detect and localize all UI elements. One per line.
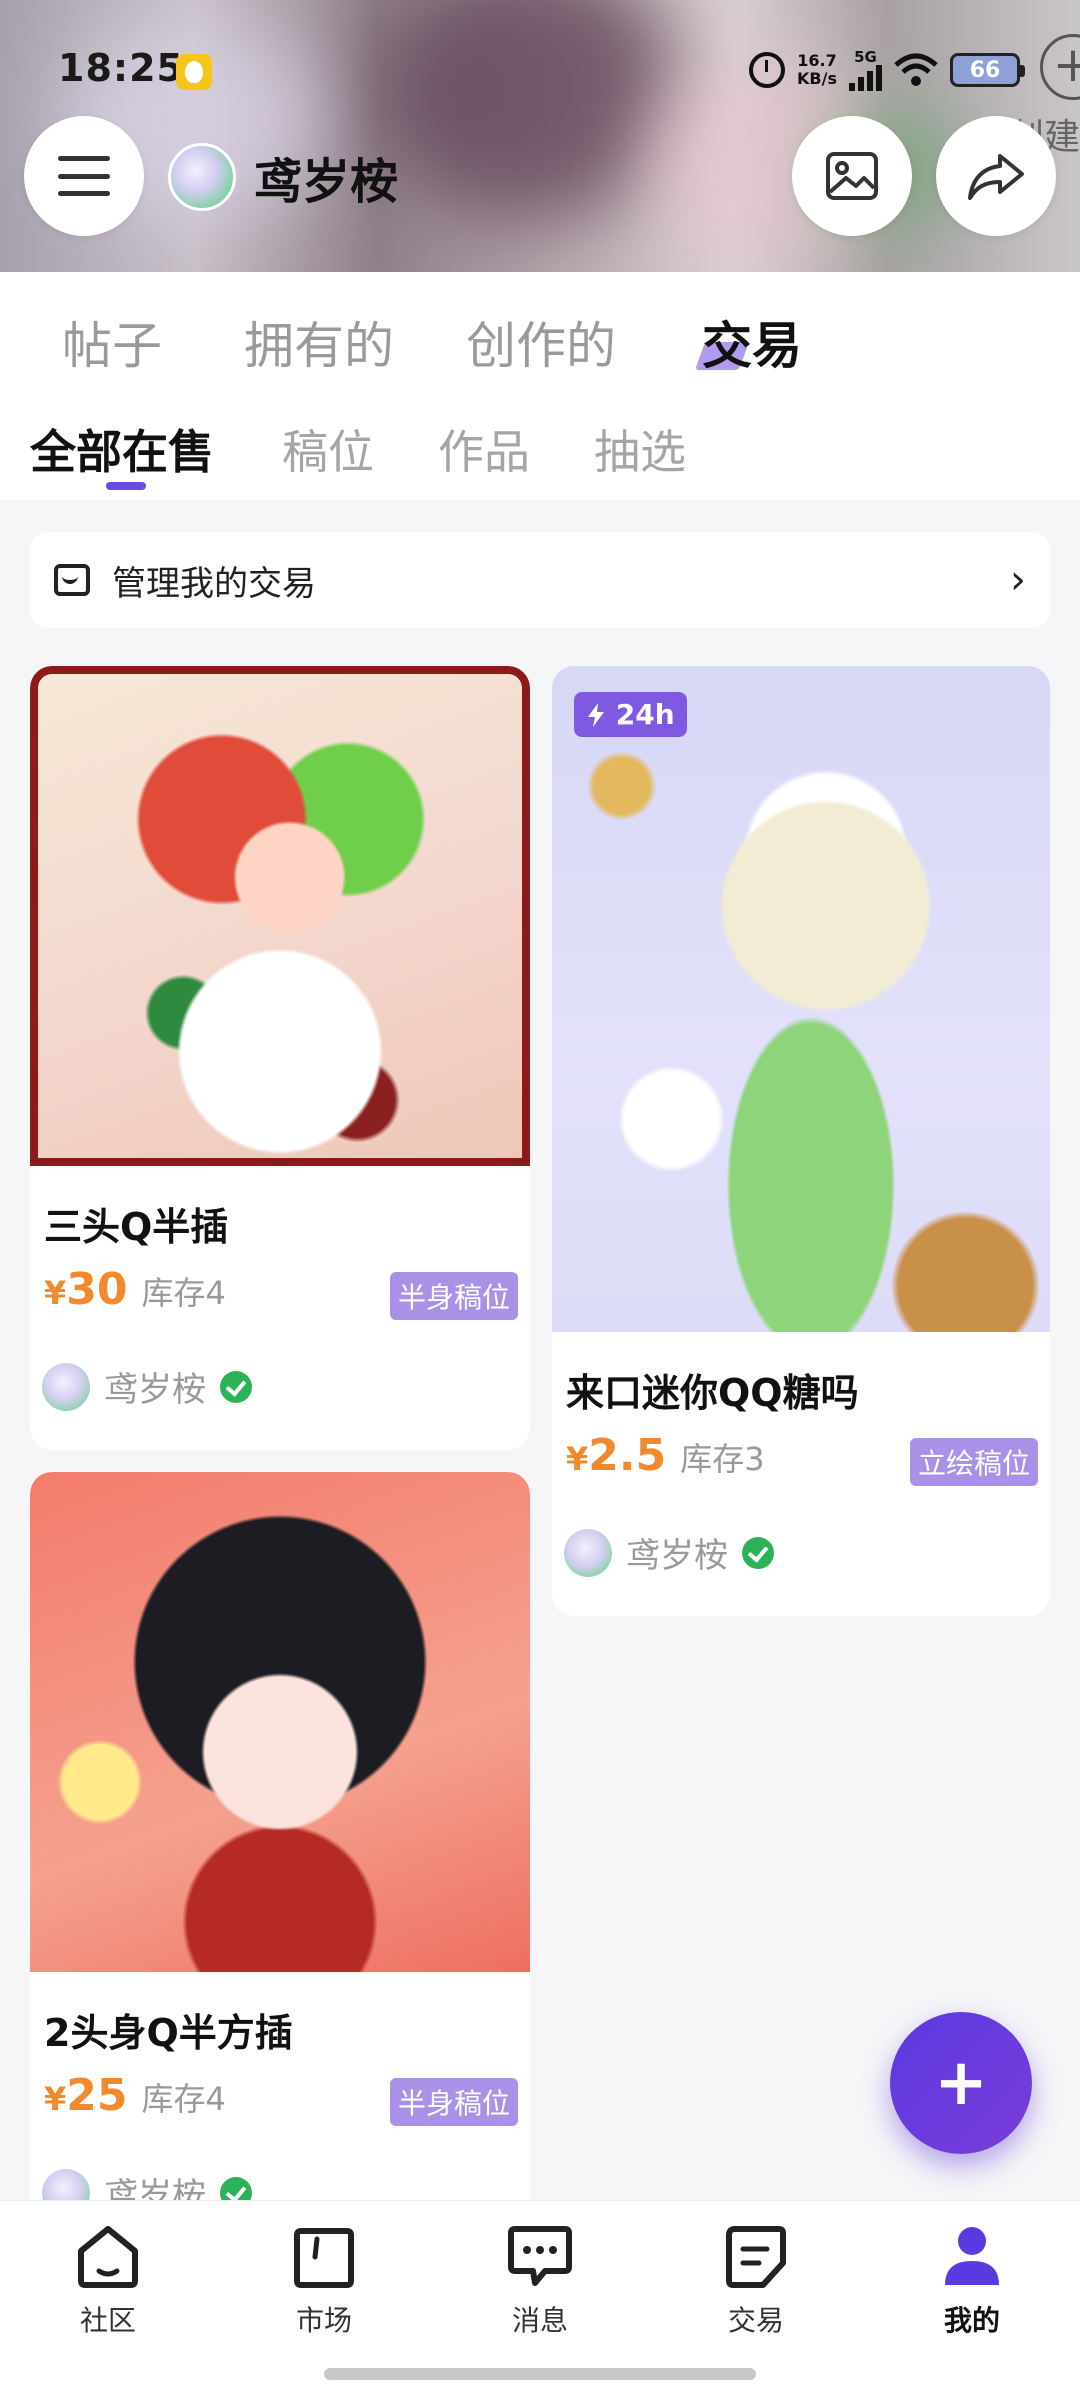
nav-label: 消息 bbox=[511, 2304, 568, 2337]
alarm-icon bbox=[749, 52, 786, 88]
image-button[interactable] bbox=[792, 116, 912, 236]
profile-header-banner: 18:25 16.7 KB/s 5G 66 + 创建 bbox=[0, 0, 1080, 272]
nav-label: 市场 bbox=[295, 2304, 352, 2337]
verified-check-icon bbox=[220, 1370, 252, 1403]
tab-created[interactable]: 创作的 bbox=[466, 306, 616, 378]
nav-item-messages[interactable]: 消息 bbox=[480, 2223, 600, 2339]
network-type: 5G bbox=[854, 48, 877, 66]
tab-trade[interactable]: 交易 bbox=[702, 306, 802, 378]
product-title: 来口迷你QQ糖吗 bbox=[566, 1371, 859, 1415]
bag-icon bbox=[294, 2228, 354, 2288]
subtab-all-on-sale[interactable]: 全部在售 bbox=[30, 416, 214, 482]
product-stock: 库存4 bbox=[141, 2080, 226, 2118]
nav-label: 我的 bbox=[943, 2304, 1000, 2337]
wifi-icon bbox=[894, 53, 938, 87]
message-icon bbox=[508, 2226, 572, 2286]
status-bar: 18:25 16.7 KB/s 5G 66 bbox=[0, 40, 1080, 100]
product-card[interactable]: 2头身Q半方插 ¥ 25 库存4 半身稿位 鸢岁桉 bbox=[30, 1472, 530, 2200]
hamburger-icon bbox=[58, 156, 110, 196]
cellular-signal-icon: 5G bbox=[849, 49, 882, 91]
qq-notification-icon bbox=[176, 54, 212, 90]
seller-info[interactable]: 鸢岁桉 bbox=[564, 1528, 774, 1577]
image-icon bbox=[826, 152, 878, 200]
price-row: ¥ 30 库存4 bbox=[44, 1264, 226, 1315]
trade-icon bbox=[726, 2226, 786, 2288]
product-feed[interactable]: 管理我的交易 › 三头Q半插 ¥ 30 库存4 半身稿位 鸢岁桉 24h 来口迷… bbox=[0, 500, 1080, 2200]
product-price: 30 bbox=[66, 1264, 128, 1315]
verified-check-icon bbox=[220, 2176, 252, 2200]
limited-time-badge: 24h bbox=[574, 692, 687, 737]
subtab-works[interactable]: 作品 bbox=[438, 416, 530, 482]
subtab-slots[interactable]: 稿位 bbox=[282, 416, 374, 482]
avatar[interactable] bbox=[168, 143, 236, 211]
manage-trades-bar[interactable]: 管理我的交易 › bbox=[30, 532, 1050, 628]
seller-avatar bbox=[42, 2168, 90, 2200]
product-title: 三头Q半插 bbox=[44, 1205, 229, 1249]
profile-name: 鸢岁桉 bbox=[254, 154, 399, 210]
seller-name: 鸢岁桉 bbox=[626, 1536, 728, 1576]
home-icon bbox=[78, 2226, 138, 2288]
price-row: ¥ 25 库存4 bbox=[44, 2070, 226, 2121]
seller-avatar bbox=[564, 1528, 612, 1577]
share-button[interactable] bbox=[936, 116, 1056, 236]
battery-indicator: 66 bbox=[950, 53, 1025, 87]
chevron-right-icon: › bbox=[1010, 557, 1026, 603]
home-indicator[interactable] bbox=[324, 2368, 756, 2380]
tab-owned[interactable]: 拥有的 bbox=[244, 306, 394, 378]
nav-item-me[interactable]: 我的 bbox=[912, 2223, 1032, 2339]
product-image[interactable]: 24h bbox=[552, 666, 1050, 1332]
menu-button[interactable] bbox=[24, 116, 144, 236]
product-card[interactable]: 三头Q半插 ¥ 30 库存4 半身稿位 鸢岁桉 bbox=[30, 666, 530, 1450]
store-icon bbox=[54, 564, 90, 596]
manage-trades-label: 管理我的交易 bbox=[112, 563, 316, 604]
product-tag: 半身稿位 bbox=[389, 1272, 518, 1320]
product-image[interactable] bbox=[30, 666, 530, 1166]
tab-posts[interactable]: 帖子 bbox=[62, 306, 162, 378]
network-speed: 16.7 KB/s bbox=[797, 52, 837, 88]
price-row: ¥ 2.5 库存3 bbox=[566, 1430, 765, 1481]
seller-info[interactable]: 鸢岁桉 bbox=[42, 1362, 252, 1411]
status-time: 18:25 bbox=[58, 46, 184, 90]
lightning-icon bbox=[588, 703, 604, 727]
product-stock: 库存4 bbox=[141, 1274, 226, 1312]
seller-name: 鸢岁桉 bbox=[104, 2176, 206, 2200]
share-icon bbox=[968, 154, 1024, 200]
network-speed-value: 16.7 bbox=[797, 51, 837, 70]
product-tag: 立绘稿位 bbox=[909, 1438, 1038, 1486]
verified-check-icon bbox=[742, 1536, 774, 1569]
nav-item-trade[interactable]: 交易 bbox=[696, 2223, 816, 2339]
seller-info[interactable]: 鸢岁桉 bbox=[42, 2168, 252, 2200]
subtab-lottery[interactable]: 抽选 bbox=[594, 416, 686, 482]
person-icon bbox=[945, 2227, 999, 2285]
product-title: 2头身Q半方插 bbox=[44, 2011, 293, 2055]
product-image[interactable] bbox=[30, 1472, 530, 1972]
network-speed-unit: KB/s bbox=[797, 69, 837, 88]
nav-label: 交易 bbox=[727, 2304, 784, 2337]
add-product-fab[interactable]: + bbox=[890, 2012, 1032, 2154]
currency-symbol: ¥ bbox=[44, 2080, 67, 2118]
nav-item-market[interactable]: 市场 bbox=[264, 2223, 384, 2339]
currency-symbol: ¥ bbox=[566, 1440, 589, 1478]
product-price: 25 bbox=[66, 2070, 128, 2121]
product-card[interactable]: 24h 来口迷你QQ糖吗 ¥ 2.5 库存3 立绘稿位 鸢岁桉 bbox=[552, 666, 1050, 1616]
product-price: 2.5 bbox=[588, 1430, 667, 1481]
currency-symbol: ¥ bbox=[44, 1274, 67, 1312]
seller-name: 鸢岁桉 bbox=[104, 1370, 206, 1410]
seller-avatar bbox=[42, 1362, 90, 1411]
nav-item-community[interactable]: 社区 bbox=[48, 2223, 168, 2339]
product-stock: 库存3 bbox=[680, 1440, 765, 1478]
main-tabs: 帖子 拥有的 创作的 交易 bbox=[0, 306, 1080, 396]
profile-identity[interactable]: 鸢岁桉 bbox=[168, 142, 398, 212]
badge-text: 24h bbox=[615, 698, 675, 731]
sub-tabs: 全部在售 稿位 作品 抽选 bbox=[0, 416, 1080, 496]
product-tag: 半身稿位 bbox=[389, 2078, 518, 2126]
subtab-underline bbox=[106, 482, 146, 490]
nav-label: 社区 bbox=[79, 2304, 136, 2337]
